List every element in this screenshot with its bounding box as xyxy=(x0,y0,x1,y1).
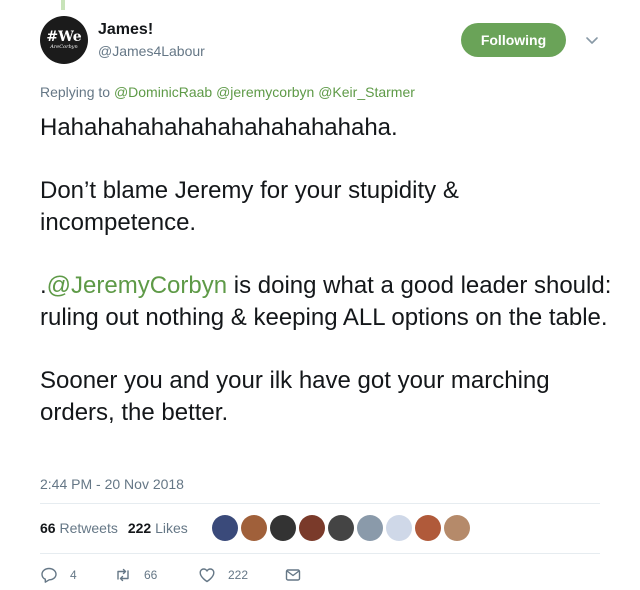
thread-line xyxy=(61,0,65,10)
author-name[interactable]: James! xyxy=(98,21,153,39)
mention-link[interactable]: @Keir_Starmer xyxy=(318,84,415,100)
tweet-text: Hahahahahahahahahahahahaha. Don’t blame … xyxy=(40,112,615,460)
engagement-stats: 66 Retweets 222 Likes xyxy=(40,520,188,536)
liker-avatar[interactable] xyxy=(415,515,441,541)
mention-link[interactable]: @JeremyCorbyn xyxy=(47,272,227,299)
retweet-action[interactable]: 66 xyxy=(114,566,198,584)
tweet-paragraph: Sooner you and your ilk have got your ma… xyxy=(40,367,550,426)
reply-icon xyxy=(41,567,57,583)
tweet-text-prefix: . xyxy=(40,272,47,299)
likes-stat[interactable]: 222 Likes xyxy=(128,520,188,536)
action-bar: 4 66 222 xyxy=(40,566,302,584)
retweet-icon xyxy=(117,568,129,582)
chevron-down-icon[interactable] xyxy=(584,32,600,48)
liker-avatar[interactable] xyxy=(386,515,412,541)
tweet-paragraph: Don’t blame Jeremy for your stupidity & … xyxy=(40,177,459,236)
divider xyxy=(40,503,600,504)
likes-count: 222 xyxy=(127,520,152,536)
divider xyxy=(40,553,600,554)
liker-avatars xyxy=(212,515,470,541)
avatar-subtext: AreCorbyn xyxy=(50,44,78,50)
mention-link[interactable]: @DominicRaab xyxy=(114,84,212,100)
retweets-label: Retweets xyxy=(59,520,118,536)
liker-avatar[interactable] xyxy=(357,515,383,541)
tweet-paragraph: Hahahahahahahahahahahahaha. xyxy=(40,114,398,141)
liker-avatar[interactable] xyxy=(328,515,354,541)
timestamp[interactable]: 2:44 PM - 20 Nov 2018 xyxy=(40,476,184,492)
liker-avatar[interactable] xyxy=(241,515,267,541)
retweet-count: 66 xyxy=(144,568,158,582)
mention-link[interactable]: @jeremycorbyn xyxy=(216,84,314,100)
like-action[interactable]: 222 xyxy=(198,566,284,584)
reply-count: 4 xyxy=(70,568,77,582)
message-action[interactable] xyxy=(284,566,302,584)
replying-to: Replying to @DominicRaab @jeremycorbyn @… xyxy=(40,84,415,100)
like-count: 222 xyxy=(228,568,249,582)
retweets-stat[interactable]: 66 Retweets xyxy=(40,520,118,536)
liker-avatar[interactable] xyxy=(444,515,470,541)
liker-avatar[interactable] xyxy=(212,515,238,541)
liker-avatar[interactable] xyxy=(270,515,296,541)
author-handle[interactable]: @James4Labour xyxy=(98,43,205,59)
likes-label: Likes xyxy=(155,520,188,536)
liker-avatar[interactable] xyxy=(299,515,325,541)
envelope-icon xyxy=(285,569,301,581)
reply-action[interactable]: 4 xyxy=(40,566,114,584)
following-button[interactable]: Following xyxy=(461,23,566,57)
heart-icon xyxy=(199,568,215,583)
tweet-paragraph: .@JeremyCorbyn is doing what a good lead… xyxy=(40,270,615,334)
retweets-count: 66 xyxy=(40,520,56,536)
avatar[interactable]: #We AreCorbyn xyxy=(40,16,88,64)
replying-to-label: Replying to xyxy=(40,84,111,100)
avatar-text: #We xyxy=(46,29,82,45)
